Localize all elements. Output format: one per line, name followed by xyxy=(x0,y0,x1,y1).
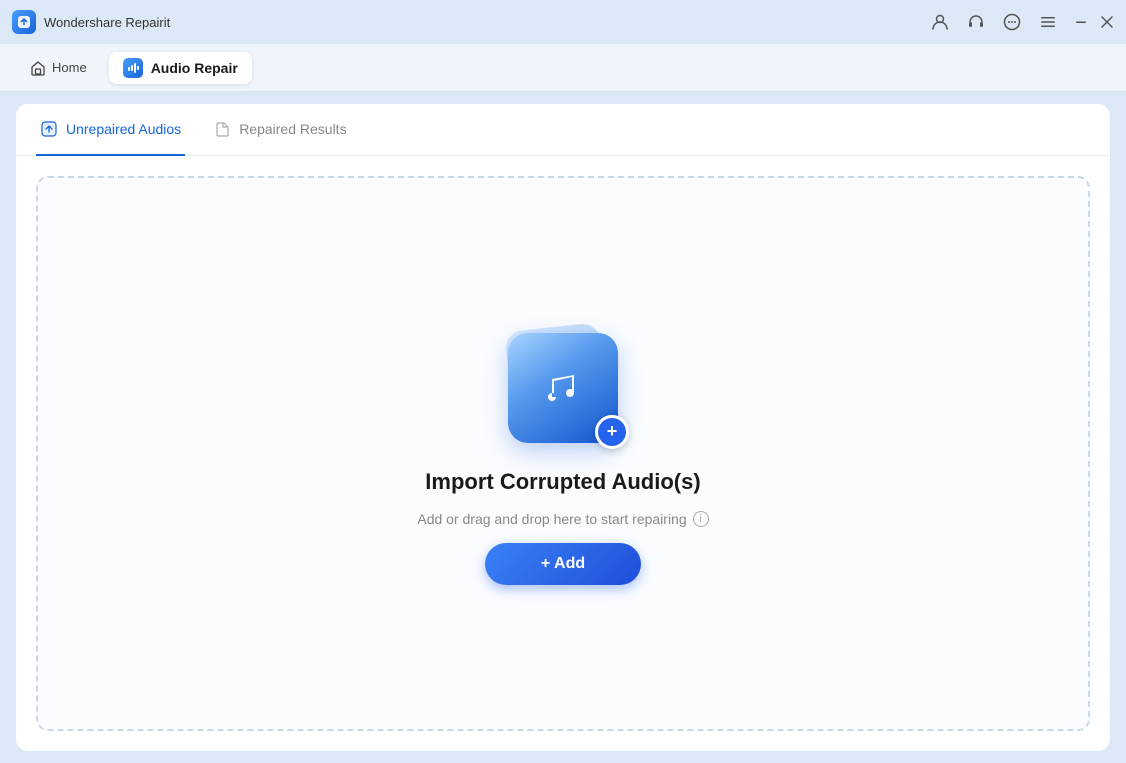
drop-zone[interactable]: + Import Corrupted Audio(s) Add or drag … xyxy=(36,176,1090,731)
nav-bar: Home Audio Repair xyxy=(0,44,1126,92)
home-button[interactable]: Home xyxy=(16,54,101,82)
tab-unrepaired-label: Unrepaired Audios xyxy=(66,121,181,137)
tabs-header: Unrepaired Audios Repaired Results xyxy=(16,104,1110,156)
tab-repaired[interactable]: Repaired Results xyxy=(209,104,350,156)
audio-icon-container: + xyxy=(493,323,633,453)
menu-icon[interactable] xyxy=(1038,12,1058,32)
audio-repair-tab[interactable]: Audio Repair xyxy=(109,52,252,84)
window-controls xyxy=(1074,15,1114,29)
unrepaired-tab-icon xyxy=(40,120,58,138)
chat-icon[interactable] xyxy=(1002,12,1022,32)
import-title: Import Corrupted Audio(s) xyxy=(425,469,700,495)
add-button[interactable]: + Add xyxy=(485,543,641,585)
title-bar: Wondershare Repairit xyxy=(0,0,1126,44)
audio-repair-label: Audio Repair xyxy=(151,60,238,76)
add-badge: + xyxy=(595,415,629,449)
main-content: Unrepaired Audios Repaired Results xyxy=(16,104,1110,751)
tab-unrepaired[interactable]: Unrepaired Audios xyxy=(36,104,185,156)
repaired-tab-icon xyxy=(213,120,231,138)
app-icon xyxy=(12,10,36,34)
user-icon[interactable] xyxy=(930,12,950,32)
tab-repaired-label: Repaired Results xyxy=(239,121,346,137)
import-subtitle-text: Add or drag and drop here to start repai… xyxy=(417,511,686,527)
audio-repair-tab-icon xyxy=(123,58,143,78)
headset-icon[interactable] xyxy=(966,12,986,32)
import-subtitle: Add or drag and drop here to start repai… xyxy=(417,511,708,527)
info-icon[interactable]: i xyxy=(693,511,709,527)
home-label: Home xyxy=(52,60,87,75)
title-bar-right xyxy=(930,12,1114,32)
title-bar-left: Wondershare Repairit xyxy=(12,10,170,34)
close-button[interactable] xyxy=(1100,15,1114,29)
app-title: Wondershare Repairit xyxy=(44,15,170,30)
minimize-button[interactable] xyxy=(1074,15,1088,29)
